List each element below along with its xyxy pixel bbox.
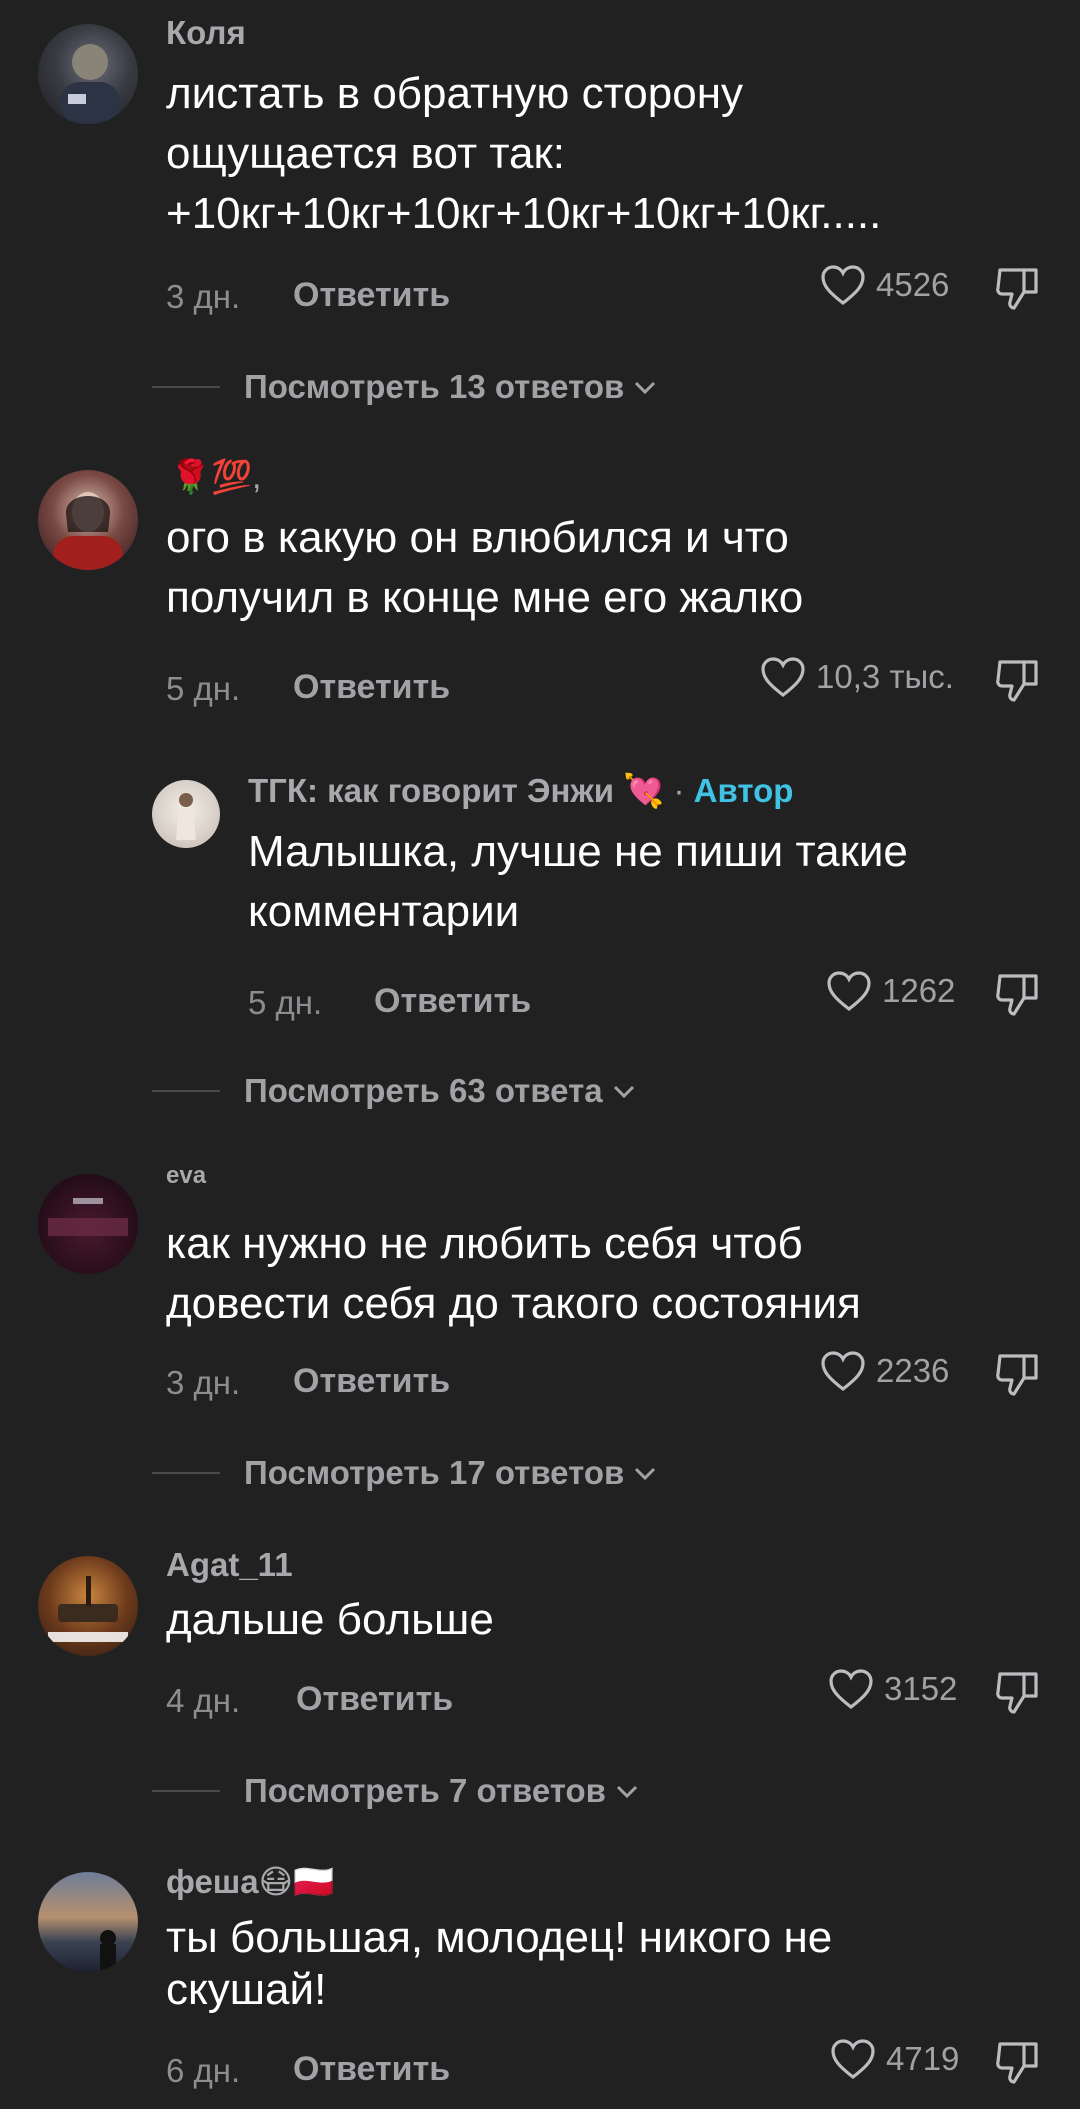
comment-author[interactable]: Agat_11 <box>166 1546 293 1584</box>
author-name: 🌹💯, <box>170 458 262 495</box>
comment-text-line: листать в обратную сторону <box>166 69 744 118</box>
dislike-button[interactable] <box>994 1350 1042 1403</box>
like-button[interactable]: 10,3 тыс. <box>760 656 954 698</box>
dislike-button[interactable] <box>994 656 1042 709</box>
like-count: 4719 <box>886 2040 960 2077</box>
reply-button[interactable]: Ответить <box>296 1680 453 1719</box>
divider-line <box>152 1090 220 1092</box>
avatar[interactable] <box>38 24 138 124</box>
like-count: 4526 <box>876 266 950 303</box>
like-button[interactable]: 2236 <box>820 1350 949 1392</box>
divider-line <box>152 386 220 388</box>
dislike-button[interactable] <box>994 970 1042 1023</box>
avatar-image <box>60 44 120 124</box>
comment-text-line: ты большая, молодец! никого не <box>166 1913 833 1962</box>
comment-text-line: +10кг+10кг+10кг+10кг+10кг+10кг..... <box>166 189 882 238</box>
reply-author[interactable]: ТГК: как говорит Энжи 💘 · Автор <box>248 772 793 811</box>
avatar-image <box>53 492 123 570</box>
comment-text-line: как нужно не любить себя чтоб <box>166 1219 803 1268</box>
comment-time: 3 дн. <box>166 278 241 315</box>
reply-button[interactable]: Ответить <box>293 1362 450 1401</box>
avatar[interactable] <box>38 1556 138 1656</box>
view-replies-button[interactable]: Посмотреть 63 ответа <box>152 1072 637 1110</box>
dislike-icon <box>996 268 1038 310</box>
dislike-icon <box>996 1354 1038 1396</box>
chevron-down-icon <box>616 1785 637 1799</box>
avatar-image <box>100 1930 116 1972</box>
heart-icon <box>829 1669 873 1710</box>
heart-icon <box>821 1351 865 1392</box>
heart-icon <box>821 265 865 306</box>
dislike-button[interactable] <box>994 1668 1042 1721</box>
like-count: 3152 <box>884 1670 958 1707</box>
reply-button[interactable]: Ответить <box>293 668 450 707</box>
comment-time: 6 дн. <box>166 2052 241 2089</box>
dislike-button[interactable] <box>994 264 1042 317</box>
view-replies-label: Посмотреть 63 ответа <box>244 1072 603 1109</box>
reply-button[interactable]: Ответить <box>293 2050 450 2089</box>
like-button[interactable]: 4719 <box>830 2038 959 2080</box>
comment-text: ты большая, молодец! никого не скушай! <box>166 1908 1046 2020</box>
reply-time: 5 дн. <box>248 984 323 1021</box>
view-replies-button[interactable]: Посмотреть 13 ответов <box>152 368 658 406</box>
comment-text: дальше больше <box>166 1590 1046 1650</box>
reply-author-name: ТГК: как говорит Энжи 💘 <box>248 772 665 809</box>
view-replies-label: Посмотреть 7 ответов <box>244 1772 606 1809</box>
avatar-image <box>48 1198 128 1236</box>
avatar[interactable] <box>38 1174 138 1274</box>
like-button[interactable]: 1262 <box>826 970 955 1012</box>
view-replies-label: Посмотреть 17 ответов <box>244 1454 625 1491</box>
heart-icon <box>831 2039 875 2080</box>
comment-time: 5 дн. <box>166 670 241 707</box>
comment-text: ого в какую он влюбился и что получил в … <box>166 508 1046 628</box>
view-replies-button[interactable]: Посмотреть 17 ответов <box>152 1454 658 1492</box>
like-count: 10,3 тыс. <box>816 658 954 695</box>
comment-text-line: получил в конце мне его жалко <box>166 573 804 622</box>
chevron-down-icon <box>635 1467 656 1481</box>
comment-author[interactable]: феша😷🇵🇱 <box>166 1862 334 1902</box>
comment-text-line: довести себя до такого состояния <box>166 1279 861 1328</box>
chevron-down-icon <box>613 1085 634 1099</box>
like-count: 2236 <box>876 1352 950 1389</box>
reply-button[interactable]: Ответить <box>374 982 531 1021</box>
comment-text-line: дальше больше <box>166 1595 494 1644</box>
comment-text: листать в обратную сторону ощущается вот… <box>166 64 1046 244</box>
reply-button[interactable]: Ответить <box>293 276 450 315</box>
divider-line <box>152 1790 220 1792</box>
comment-time: 4 дн. <box>166 1682 241 1719</box>
author-badge: Автор <box>693 772 794 809</box>
like-button[interactable]: 3152 <box>828 1668 957 1710</box>
avatar-image <box>176 793 196 840</box>
like-button[interactable]: 4526 <box>820 264 949 306</box>
reply-text-line: комментарии <box>248 887 520 936</box>
dislike-icon <box>996 2042 1038 2084</box>
comment-text-line: ого в какую он влюбился и что <box>166 513 789 562</box>
chevron-down-icon <box>635 381 656 395</box>
like-count: 1262 <box>882 972 956 1009</box>
comment-text-line: ощущается вот так: <box>166 129 565 178</box>
dislike-icon <box>996 660 1038 702</box>
dislike-icon <box>996 974 1038 1016</box>
separator-dot: · <box>673 772 685 809</box>
comment-text-line: скушай! <box>166 1965 327 2014</box>
comment-time: 3 дн. <box>166 1364 241 1401</box>
avatar[interactable] <box>38 470 138 570</box>
reply-text-line: Малышка, лучше не пиши такие <box>248 827 908 876</box>
view-replies-button[interactable]: Посмотреть 7 ответов <box>152 1772 640 1810</box>
dislike-icon <box>996 1672 1038 1714</box>
comment-author[interactable]: eva <box>166 1162 206 1190</box>
heart-icon <box>761 657 805 698</box>
reply-avatar[interactable] <box>152 780 220 848</box>
avatar[interactable] <box>38 1872 138 1972</box>
comment-author[interactable]: 🌹💯, <box>170 458 261 497</box>
view-replies-label: Посмотреть 13 ответов <box>244 368 625 405</box>
comment-author[interactable]: Коля <box>166 14 246 52</box>
comment-text: как нужно не любить себя чтоб довести се… <box>166 1214 1046 1334</box>
dislike-button[interactable] <box>994 2038 1042 2091</box>
avatar-image <box>48 1576 128 1642</box>
reply-text: Малышка, лучше не пиши такие комментарии <box>248 822 1048 942</box>
heart-icon <box>827 971 871 1012</box>
divider-line <box>152 1472 220 1474</box>
